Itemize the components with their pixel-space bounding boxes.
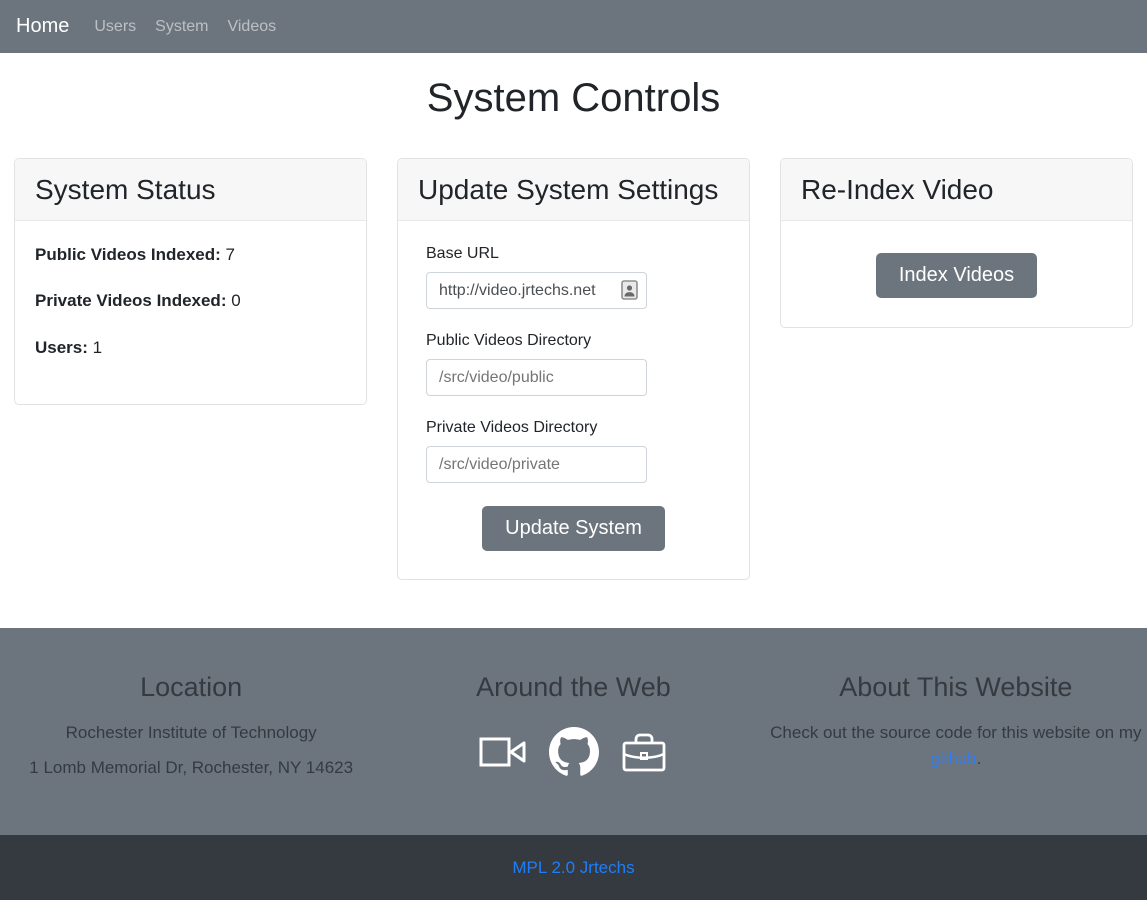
stat-public-videos-value: 7 <box>226 245 235 264</box>
base-url-label: Base URL <box>426 245 721 263</box>
github-icon[interactable] <box>549 727 599 777</box>
reindex-video-card: Re-Index Video Index Videos <box>780 158 1133 328</box>
cards-row: System Status Public Videos Indexed: 7 P… <box>0 158 1147 580</box>
briefcase-icon[interactable] <box>621 730 667 774</box>
reindex-video-card-body: Index Videos <box>781 221 1132 327</box>
footer-location-line-1: Rochester Institute of Technology <box>0 720 382 746</box>
public-dir-input[interactable] <box>426 359 647 396</box>
public-dir-label: Public Videos Directory <box>426 332 721 350</box>
page: Home Users System Videos System Controls… <box>0 0 1147 900</box>
stat-users-value: 1 <box>93 338 102 357</box>
social-icons-row <box>382 727 764 777</box>
footer: Location Rochester Institute of Technolo… <box>0 628 1147 835</box>
footer-about-text-after: . <box>977 749 982 768</box>
nav-brand-home[interactable]: Home <box>16 15 69 38</box>
footer-about-text-before: Check out the source code for this websi… <box>770 723 1141 742</box>
github-source-link[interactable]: github <box>930 749 976 768</box>
update-settings-card-title: Update System Settings <box>398 159 749 221</box>
autofill-icon <box>621 280 638 300</box>
update-settings-card: Update System Settings Base URL <box>397 158 750 580</box>
video-camera-icon[interactable] <box>479 735 527 769</box>
update-system-button[interactable]: Update System <box>482 506 665 551</box>
private-dir-group: Private Videos Directory <box>426 419 721 483</box>
nav-item-videos[interactable]: Videos <box>227 18 276 36</box>
footer-web-column: Around the Web <box>382 672 764 835</box>
base-url-group: Base URL <box>426 245 721 309</box>
private-dir-label: Private Videos Directory <box>426 419 721 437</box>
footer-location-column: Location Rochester Institute of Technolo… <box>0 672 382 835</box>
index-videos-button[interactable]: Index Videos <box>876 253 1037 298</box>
stat-private-videos-label: Private Videos Indexed: <box>35 291 226 310</box>
update-settings-card-body: Base URL <box>398 221 749 579</box>
footer-about-title: About This Website <box>765 672 1147 703</box>
footer-about-column: About This Website Check out the source … <box>765 672 1147 835</box>
stat-users: Users: 1 <box>35 338 346 358</box>
system-status-card: System Status Public Videos Indexed: 7 P… <box>14 158 367 405</box>
stat-public-videos-label: Public Videos Indexed: <box>35 245 221 264</box>
nav-item-system[interactable]: System <box>155 18 208 36</box>
footer-location-title: Location <box>0 672 382 703</box>
footer-web-title: Around the Web <box>382 672 764 703</box>
stat-public-videos: Public Videos Indexed: 7 <box>35 245 346 265</box>
top-navbar: Home Users System Videos <box>0 0 1147 53</box>
license-link[interactable]: MPL 2.0 Jrtechs <box>512 858 634 878</box>
system-status-card-title: System Status <box>15 159 366 221</box>
stat-private-videos-value: 0 <box>231 291 240 310</box>
footer-about-text: Check out the source code for this websi… <box>765 720 1147 773</box>
main-content: System Controls System Status Public Vid… <box>0 53 1147 628</box>
system-status-card-body: Public Videos Indexed: 7 Private Videos … <box>15 221 366 404</box>
public-dir-group: Public Videos Directory <box>426 332 721 396</box>
stat-private-videos: Private Videos Indexed: 0 <box>35 291 346 311</box>
base-url-input[interactable] <box>426 272 647 309</box>
bottom-bar: MPL 2.0 Jrtechs <box>0 835 1147 900</box>
reindex-video-card-title: Re-Index Video <box>781 159 1132 221</box>
stat-users-label: Users: <box>35 338 88 357</box>
page-title: System Controls <box>0 76 1147 121</box>
footer-location-line-2: 1 Lomb Memorial Dr, Rochester, NY 14623 <box>0 755 382 781</box>
private-dir-input[interactable] <box>426 446 647 483</box>
nav-item-users[interactable]: Users <box>94 18 136 36</box>
